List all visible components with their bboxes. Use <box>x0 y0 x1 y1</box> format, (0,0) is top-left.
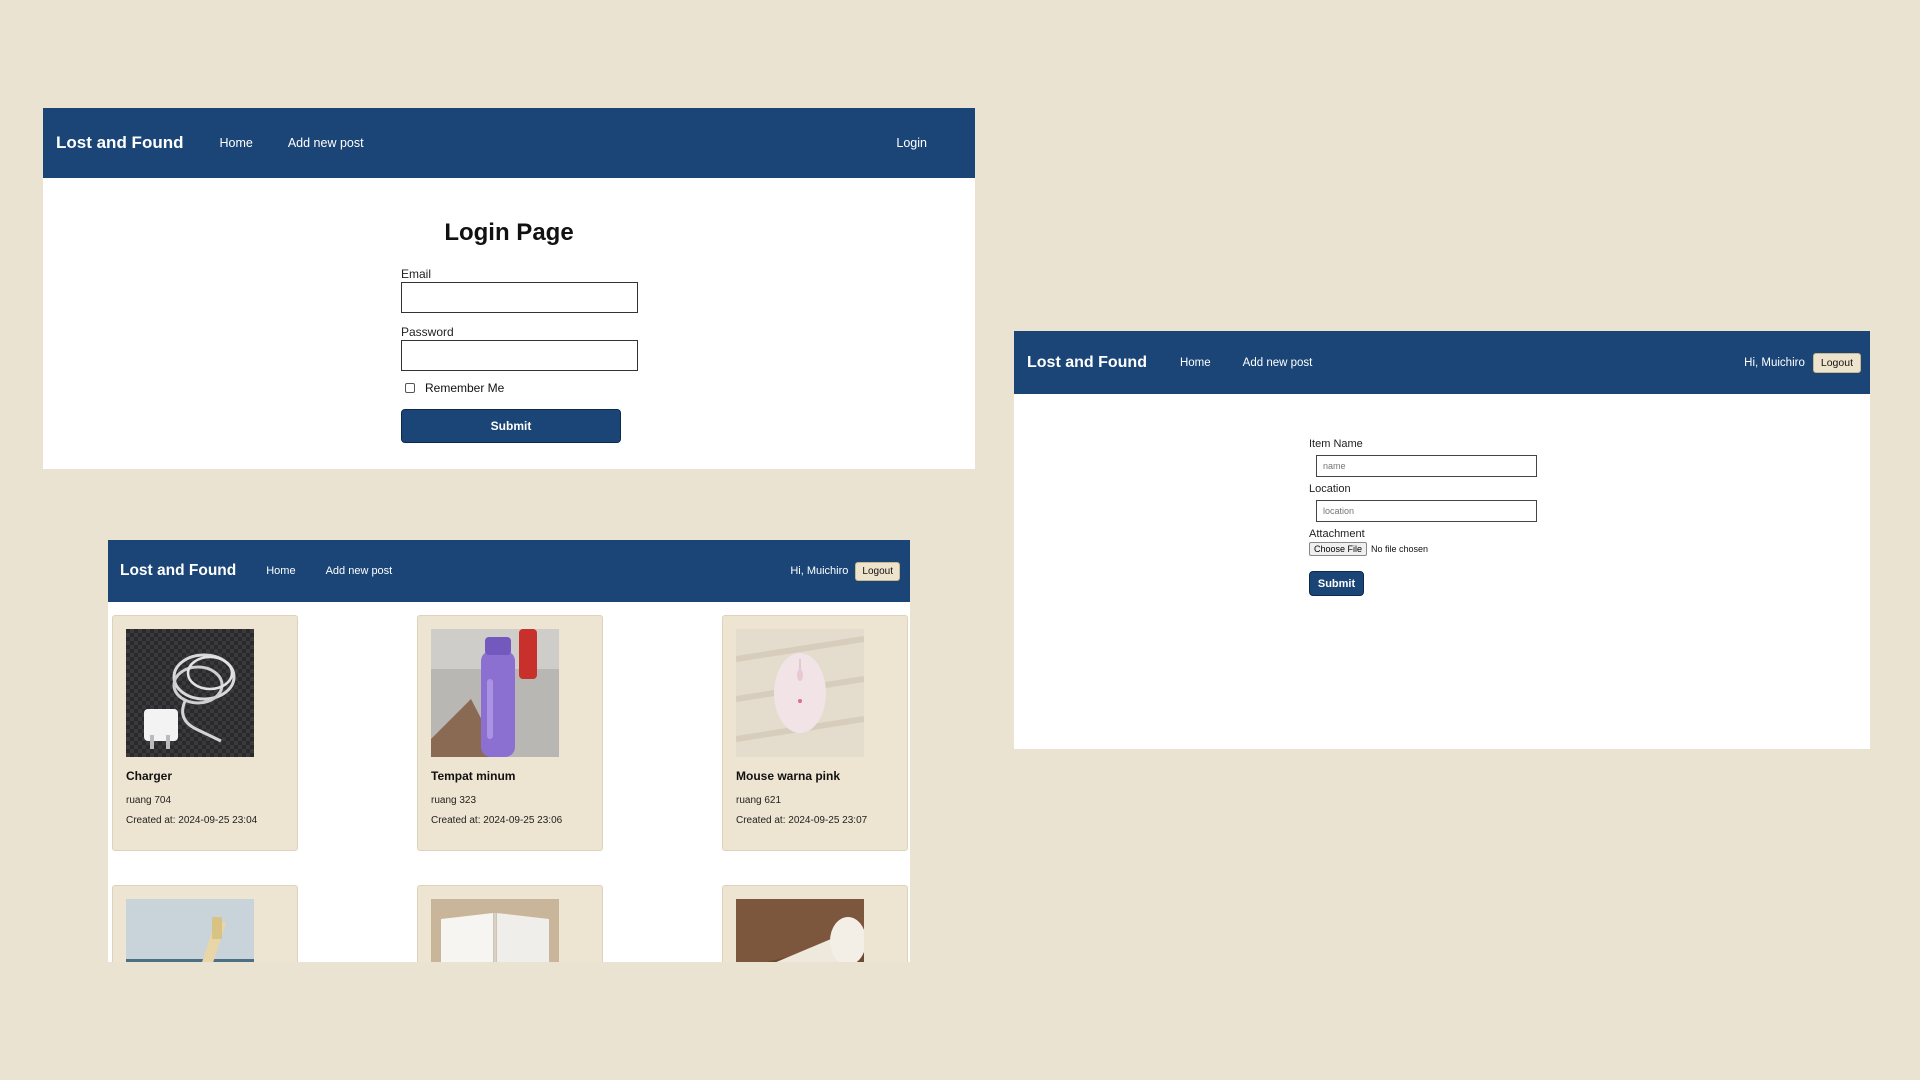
post-card[interactable] <box>112 885 298 962</box>
add-post-form: Item Name Location Attachment Choose Fil… <box>1309 438 1549 596</box>
post-title: Charger <box>126 769 173 783</box>
post-location: ruang 323 <box>431 795 477 806</box>
brand-link[interactable]: Lost and Found <box>56 133 183 153</box>
choose-file-button[interactable]: Choose File <box>1309 542 1368 556</box>
nav-add-post-link[interactable]: Add new post <box>326 565 393 577</box>
pink-mouse-photo <box>736 629 864 757</box>
logout-button[interactable]: Logout <box>855 561 900 581</box>
navbar: Lost and Found Home Add new post Hi, Mui… <box>108 540 910 602</box>
nav-home-link[interactable]: Home <box>1180 357 1211 369</box>
home-window: Lost and Found Home Add new post Hi, Mui… <box>108 540 910 962</box>
post-card[interactable] <box>722 885 908 962</box>
remember-label: Remember Me <box>425 381 505 395</box>
remember-checkbox[interactable] <box>405 383 415 393</box>
post-created-at: Created at: 2024-09-25 23:07 <box>736 815 868 826</box>
nav-home-link[interactable]: Home <box>219 136 252 150</box>
brand-link[interactable]: Lost and Found <box>1027 354 1147 372</box>
login-form: Email Password Remember Me Submit <box>401 267 641 443</box>
water-bottle-photo <box>431 629 559 757</box>
post-created-at: Created at: 2024-09-25 23:06 <box>431 815 563 826</box>
user-greeting: Hi, Muichiro <box>1744 356 1805 369</box>
login-window: Lost and Found Home Add new post Login L… <box>43 108 975 469</box>
brand-link[interactable]: Lost and Found <box>120 562 236 580</box>
notebook-photo <box>431 899 559 962</box>
page-title: Login Page <box>444 219 574 246</box>
location-label: Location <box>1309 483 1351 495</box>
post-card[interactable]: Charger ruang 704 Created at: 2024-09-25… <box>112 615 298 851</box>
nav-add-post-link[interactable]: Add new post <box>288 136 364 150</box>
file-input: Choose File No file chosen <box>1309 542 1549 556</box>
usb-drive-photo <box>736 899 864 962</box>
item-name-label: Item Name <box>1309 438 1363 450</box>
email-label: Email <box>401 267 432 281</box>
post-location: ruang 704 <box>126 795 172 806</box>
post-created-at: Created at: 2024-09-25 23:04 <box>126 815 258 826</box>
user-greeting: Hi, Muichiro <box>790 565 849 577</box>
location-input[interactable] <box>1316 500 1537 522</box>
password-field[interactable] <box>401 340 638 371</box>
logout-button[interactable]: Logout <box>1812 352 1861 373</box>
post-title: Tempat minum <box>431 769 516 783</box>
nav-login-link[interactable]: Login <box>896 136 927 150</box>
remember-row: Remember Me <box>401 381 641 395</box>
navbar: Lost and Found Home Add new post Hi, Mui… <box>1014 331 1870 394</box>
password-label: Password <box>401 325 454 339</box>
attachment-label: Attachment <box>1309 528 1365 540</box>
item-name-input[interactable] <box>1316 455 1537 477</box>
nav-home-link[interactable]: Home <box>266 565 295 577</box>
login-content: Login Page Email Password Remember Me Su… <box>43 178 975 469</box>
post-location: ruang 621 <box>736 795 782 806</box>
file-status: No file chosen <box>1371 544 1429 554</box>
nav-add-post-link[interactable]: Add new post <box>1243 357 1313 369</box>
email-field[interactable] <box>401 282 638 313</box>
add-post-window: Lost and Found Home Add new post Hi, Mui… <box>1014 331 1870 749</box>
pen-photo <box>126 899 254 962</box>
charger-photo <box>126 629 254 757</box>
post-card[interactable]: Tempat minum ruang 323 Created at: 2024-… <box>417 615 603 851</box>
post-card[interactable] <box>417 885 603 962</box>
navbar: Lost and Found Home Add new post Login <box>43 108 975 178</box>
post-title: Mouse warna pink <box>736 769 841 783</box>
post-card[interactable]: Mouse warna pink ruang 621 Created at: 2… <box>722 615 908 851</box>
post-submit-button[interactable]: Submit <box>1309 571 1364 596</box>
login-submit-button[interactable]: Submit <box>401 409 621 443</box>
